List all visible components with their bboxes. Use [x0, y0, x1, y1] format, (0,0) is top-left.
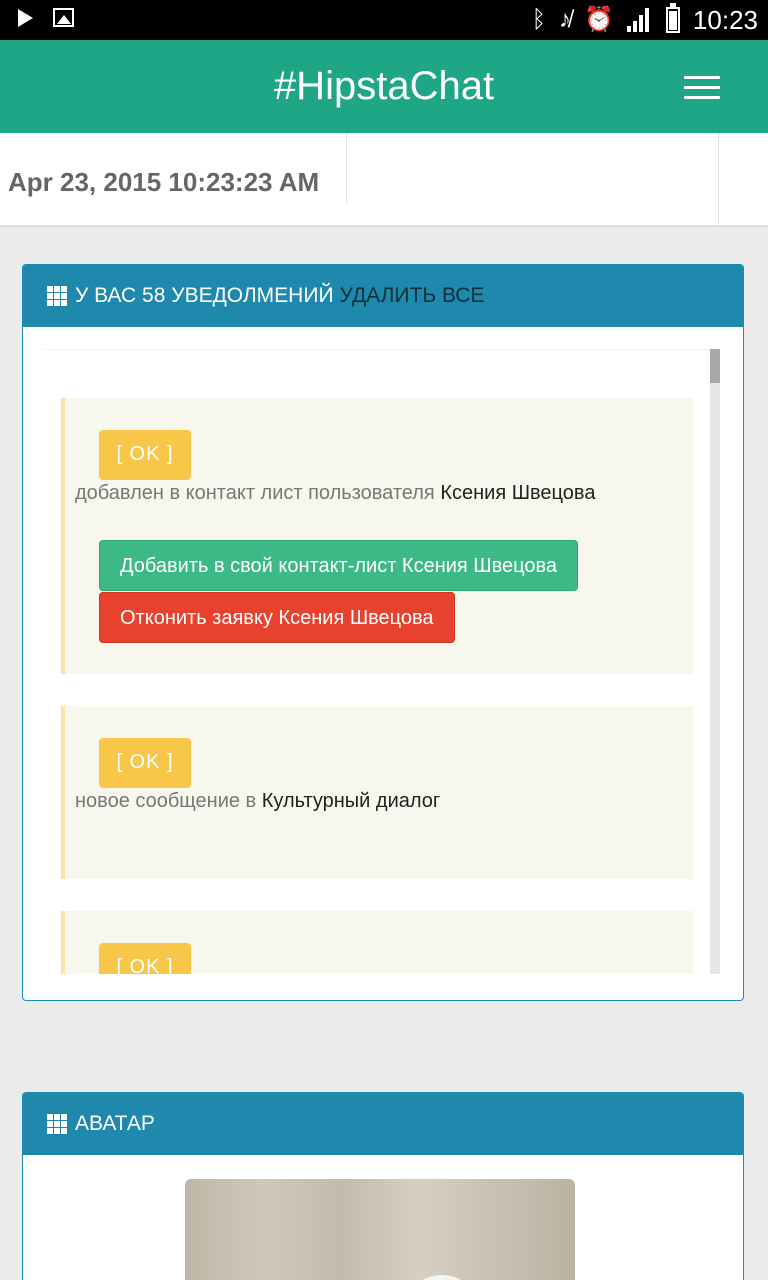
notification-item: [ OK ]	[61, 911, 693, 974]
notification-subject[interactable]: Культурный диалог	[262, 790, 440, 812]
app-title: #HipstaChat	[273, 64, 495, 108]
grid-icon	[47, 1114, 67, 1134]
gallery-icon	[53, 8, 74, 27]
scrollbar-thumb[interactable]	[710, 349, 720, 383]
reject-request-button[interactable]: Отконить заявку Ксения Швецова	[99, 592, 455, 643]
signal-icon	[626, 8, 653, 32]
notifications-panel-header: У ВАС 58 УВЕДОЛМЕНИЙ УДАЛИТЬ ВСЕ	[23, 265, 743, 327]
ok-badge[interactable]: [ OK ]	[99, 738, 191, 788]
notification-item: [ OK ] новое сообщение в Культурный диал…	[61, 706, 693, 879]
avatar-image[interactable]	[185, 1179, 575, 1280]
notification-item: [ OK ] добавлен в контакт лист пользоват…	[61, 398, 693, 674]
date-bar: Apr 23, 2015 10:23:23 AM	[0, 133, 768, 227]
ok-badge[interactable]: [ OK ]	[99, 943, 191, 974]
divider	[718, 133, 719, 227]
bluetooth-icon: ᛒ	[531, 6, 547, 33]
mute-icon: ♪̸	[559, 6, 572, 33]
battery-icon	[665, 3, 680, 33]
notification-text: добавлен в контакт лист пользователя Ксе…	[75, 482, 596, 504]
avatar-panel: АВАТАР	[22, 1092, 744, 1280]
notification-subject[interactable]: Ксения Швецова	[440, 482, 595, 504]
notifications-count-title: У ВАС 58 УВЕДОЛМЕНИЙ	[75, 284, 334, 307]
grid-icon	[47, 286, 67, 306]
status-bar: ᛒ ♪̸ ⏰ 10:23	[0, 0, 768, 40]
notifications-panel: У ВАС 58 УВЕДОЛМЕНИЙ УДАЛИТЬ ВСЕ [ OK ] …	[22, 264, 744, 1001]
avatar-panel-header: АВАТАР	[23, 1093, 743, 1155]
delete-all-link[interactable]: УДАЛИТЬ ВСЕ	[340, 284, 485, 308]
notifications-list[interactable]: [ OK ] добавлен в контакт лист пользоват…	[45, 349, 720, 974]
status-time: 10:23	[692, 5, 758, 35]
ok-badge[interactable]: [ OK ]	[99, 430, 191, 480]
alarm-icon: ⏰	[584, 6, 614, 33]
add-contact-button[interactable]: Добавить в свой контакт-лист Ксения Швец…	[99, 540, 579, 591]
avatar-panel-title: АВАТАР	[75, 1112, 155, 1135]
notification-text: новое сообщение в Культурный диалог	[75, 790, 441, 812]
notifications-scrollbar[interactable]	[710, 349, 720, 974]
current-datetime: Apr 23, 2015 10:23:23 AM	[8, 167, 320, 197]
app-bar: #HipstaChat	[0, 40, 768, 133]
divider	[346, 133, 347, 203]
hamburger-menu-icon[interactable]	[684, 76, 720, 100]
play-icon	[18, 9, 33, 27]
